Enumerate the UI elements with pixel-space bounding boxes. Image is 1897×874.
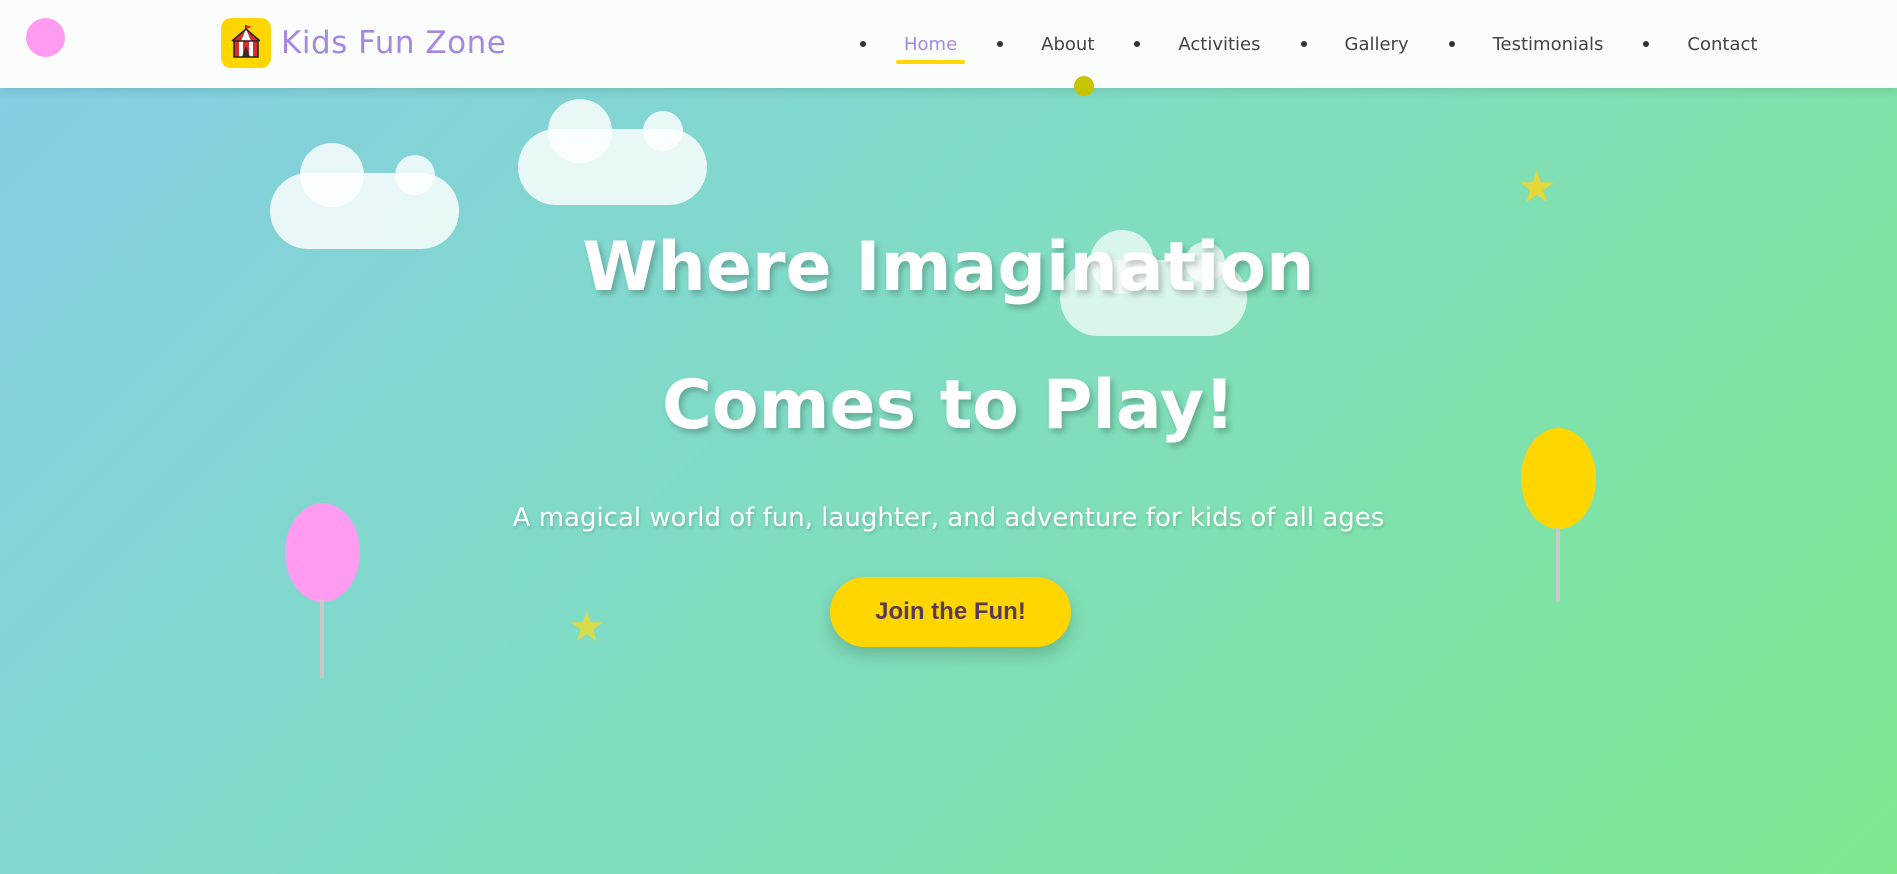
main-nav: Home About Activities Gallery Testimonia…	[860, 0, 1797, 88]
bullet-icon	[1300, 41, 1307, 47]
balloon-string	[1556, 527, 1560, 602]
star-icon: ★	[1517, 162, 1557, 213]
hero-subtitle: A magical world of fun, laughter, and ad…	[512, 503, 1385, 533]
cloud-decoration	[518, 99, 707, 205]
nav-item-testimonials: Testimonials	[1448, 28, 1644, 61]
nav-item-home: Home	[860, 28, 997, 64]
bullet-icon	[1448, 41, 1455, 47]
bullet-icon	[1134, 41, 1141, 47]
nav-link-gallery[interactable]: Gallery	[1337, 28, 1417, 61]
page: Kids Fun Zone Home About Activities Gall…	[0, 0, 1897, 874]
cursor-follower-dot	[26, 18, 65, 57]
brand-name: Kids Fun Zone	[281, 25, 507, 61]
nav-item-contact: Contact	[1643, 28, 1797, 61]
brand-logo-link[interactable]: Kids Fun Zone	[221, 18, 506, 68]
nav-link-activities[interactable]: Activities	[1170, 28, 1268, 61]
nav-link-contact[interactable]: Contact	[1679, 28, 1765, 61]
nav-link-testimonials[interactable]: Testimonials	[1485, 28, 1612, 61]
balloon-string	[320, 600, 324, 678]
nav-link-about[interactable]: About	[1033, 28, 1102, 61]
join-the-fun-button[interactable]: Join the Fun!	[830, 577, 1071, 647]
nav-item-gallery: Gallery	[1300, 28, 1449, 61]
nav-link-home[interactable]: Home	[896, 28, 966, 64]
nav-item-about: About	[997, 28, 1134, 61]
hero-title-line-1: Where Imagination	[582, 228, 1315, 307]
hero-title-line-2: Comes to Play!	[662, 366, 1235, 445]
star-icon: ★	[568, 602, 606, 651]
bullet-icon	[1643, 41, 1650, 47]
hover-indicator-dot	[1074, 76, 1094, 96]
bullet-icon	[860, 41, 866, 47]
nav-item-activities: Activities	[1134, 28, 1300, 61]
bullet-icon	[997, 41, 1004, 47]
site-header: Kids Fun Zone Home About Activities Gall…	[0, 0, 1897, 88]
circus-tent-icon	[221, 18, 271, 68]
